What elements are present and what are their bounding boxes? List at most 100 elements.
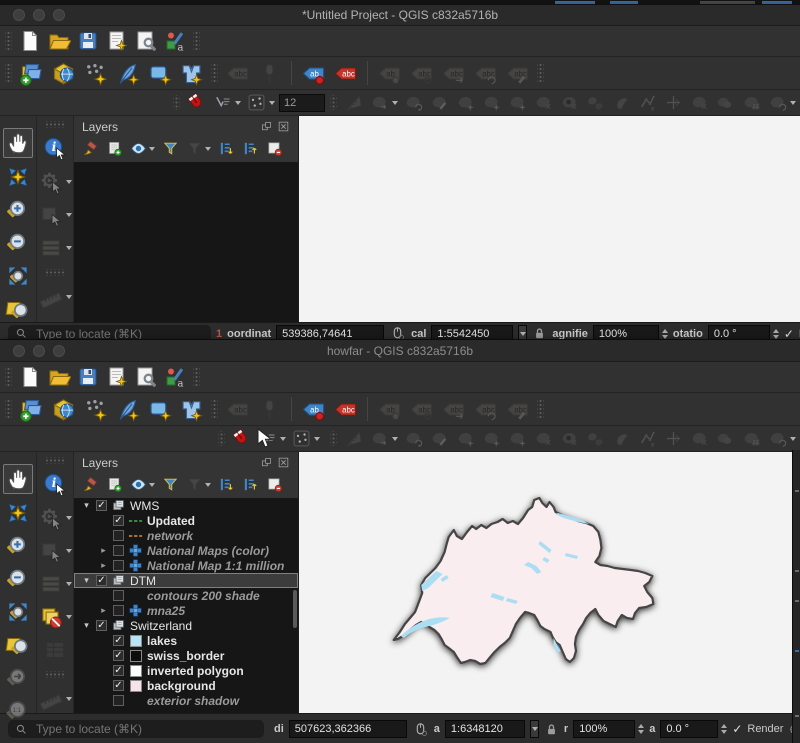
remove-layer-button[interactable] — [265, 475, 284, 494]
pan-selection-button[interactable] — [4, 499, 32, 527]
close-window-button[interactable] — [13, 345, 25, 357]
reshape-button[interactable] — [610, 427, 633, 450]
delete-part-button[interactable] — [532, 91, 555, 114]
layer-row-national-map-1-1-million[interactable]: ▸National Map 1:1 million — [74, 558, 298, 573]
map-canvas[interactable] — [299, 116, 800, 322]
mouse-extent-icon[interactable] — [412, 721, 429, 738]
zoom-window-button[interactable] — [53, 345, 65, 357]
pan-map-button[interactable] — [3, 128, 33, 158]
close-window-button[interactable] — [13, 9, 25, 21]
expand-all-button[interactable] — [217, 475, 236, 494]
delete-part-button[interactable] — [532, 427, 555, 450]
add-rectangle-button[interactable] — [506, 91, 529, 114]
label-abc-rotate-gray-button[interactable]: abc — [471, 59, 500, 88]
layout-manager-button[interactable] — [133, 364, 159, 390]
toolbar-drag-handle[interactable] — [330, 95, 337, 110]
toolbar-drag-handle[interactable] — [193, 31, 200, 51]
label-abc-red-button[interactable]: abc — [331, 59, 360, 88]
add-feature-button[interactable] — [428, 427, 451, 450]
layer-row-exterior-shadow[interactable]: exterior shadow — [74, 693, 298, 708]
filter-expression-button[interactable] — [185, 139, 212, 158]
dropdown-caret-icon[interactable] — [269, 101, 275, 105]
label-abc-circle-gray-button[interactable]: abc — [407, 395, 436, 424]
layer-row-mna25[interactable]: ▸mna25 — [74, 603, 298, 618]
expander-icon[interactable]: ▸ — [98, 560, 109, 571]
rotate-feature-button[interactable] — [402, 427, 425, 450]
new-print-layout-button[interactable] — [104, 28, 130, 54]
expand-all-button[interactable] — [217, 139, 236, 158]
dropdown-caret-icon[interactable] — [66, 549, 72, 553]
filter-expression-button[interactable] — [185, 475, 212, 494]
zoom-layer-button[interactable] — [4, 295, 32, 323]
tracing-dots-button[interactable] — [245, 91, 276, 114]
layer-checkbox[interactable] — [113, 560, 124, 571]
label-abc-gray-button[interactable]: abc — [223, 395, 252, 424]
dropdown-caret-icon[interactable] — [66, 516, 72, 520]
collapse-all-button[interactable] — [241, 475, 260, 494]
filter-legend-button[interactable] — [161, 475, 180, 494]
collapse-all-button[interactable] — [241, 139, 260, 158]
save-project-button[interactable] — [75, 28, 101, 54]
expander-icon[interactable]: ▾ — [81, 620, 92, 631]
label-abc-pencil-gray-button[interactable]: abc — [503, 59, 532, 88]
zoom-native-button[interactable]: 1:1 — [4, 697, 32, 725]
coordinate-field[interactable] — [289, 720, 407, 738]
merge-features-button[interactable] — [714, 91, 737, 114]
magnifier-spinner[interactable] — [638, 724, 644, 734]
label-ab-gray-button[interactable]: ab — [375, 59, 404, 88]
dropdown-caret-icon[interactable] — [392, 101, 398, 105]
add-group-button[interactable] — [105, 139, 124, 158]
add-delimited-text-button[interactable] — [81, 59, 110, 88]
identify-button[interactable]: i — [41, 135, 69, 163]
dropdown-caret-icon[interactable] — [790, 437, 796, 441]
deselect-all-button[interactable] — [37, 603, 73, 631]
zoom-layer-button[interactable] — [4, 631, 32, 659]
dropdown-caret-icon[interactable] — [314, 437, 320, 441]
add-ellipse-button[interactable] — [480, 91, 503, 114]
dropdown-caret-icon[interactable] — [280, 437, 286, 441]
rotate-point-button[interactable] — [766, 91, 797, 114]
scale-field[interactable] — [445, 720, 525, 738]
toolbar-drag-handle[interactable] — [5, 31, 12, 51]
add-delimited-text-button[interactable] — [81, 395, 110, 424]
select-rect-button[interactable] — [37, 201, 73, 229]
locate-input[interactable] — [34, 721, 204, 737]
label-ab-gray-button[interactable]: ab — [375, 395, 404, 424]
layer-checkbox[interactable] — [113, 590, 124, 601]
action-gear-button[interactable] — [37, 168, 73, 196]
layer-checkbox[interactable]: ✓ — [113, 635, 124, 646]
layer-tree-empty[interactable] — [74, 162, 298, 322]
vertex-tool-button[interactable]: s — [636, 427, 659, 450]
attributes-edit-button[interactable] — [740, 427, 763, 450]
add-vector-layer-button[interactable] — [17, 395, 46, 424]
expander-icon[interactable]: ▾ — [81, 575, 92, 586]
zoom-in-button[interactable] — [4, 532, 32, 560]
add-postgis-layer-button[interactable] — [113, 59, 142, 88]
add-raster-layer-button[interactable] — [49, 395, 78, 424]
scale-dropdown[interactable] — [530, 720, 539, 738]
toolbar-drag-handle[interactable] — [193, 367, 200, 387]
stream-v-button[interactable] — [211, 91, 242, 114]
layer-row-lakes[interactable]: ✓lakes — [74, 633, 298, 648]
rotate-feature-button[interactable] — [402, 91, 425, 114]
add-circle-button[interactable] — [454, 427, 477, 450]
add-spatialite-layer-button[interactable] — [145, 59, 174, 88]
measure-button[interactable] — [37, 283, 73, 311]
tracing-dots-button[interactable] — [290, 427, 321, 450]
zoom-full-button[interactable] — [4, 262, 32, 290]
layer-checkbox[interactable] — [113, 695, 124, 706]
label-abc-gray-button[interactable]: abc — [223, 59, 252, 88]
locate-search[interactable] — [8, 720, 264, 738]
float-panel-icon[interactable] — [260, 120, 273, 133]
trim-extend-button[interactable] — [662, 427, 685, 450]
new-project-button[interactable] — [17, 364, 43, 390]
snapping-tolerance-field[interactable] — [279, 94, 325, 112]
rotate-point-button[interactable] — [766, 427, 797, 450]
layer-checkbox[interactable]: ✓ — [113, 515, 124, 526]
select-rect-button[interactable] — [37, 537, 73, 565]
new-project-button[interactable] — [17, 28, 43, 54]
split-parts-button[interactable] — [688, 427, 711, 450]
layer-row-background[interactable]: ✓background — [74, 678, 298, 693]
expander-icon[interactable]: ▸ — [98, 605, 109, 616]
move-feature-button[interactable] — [368, 427, 399, 450]
